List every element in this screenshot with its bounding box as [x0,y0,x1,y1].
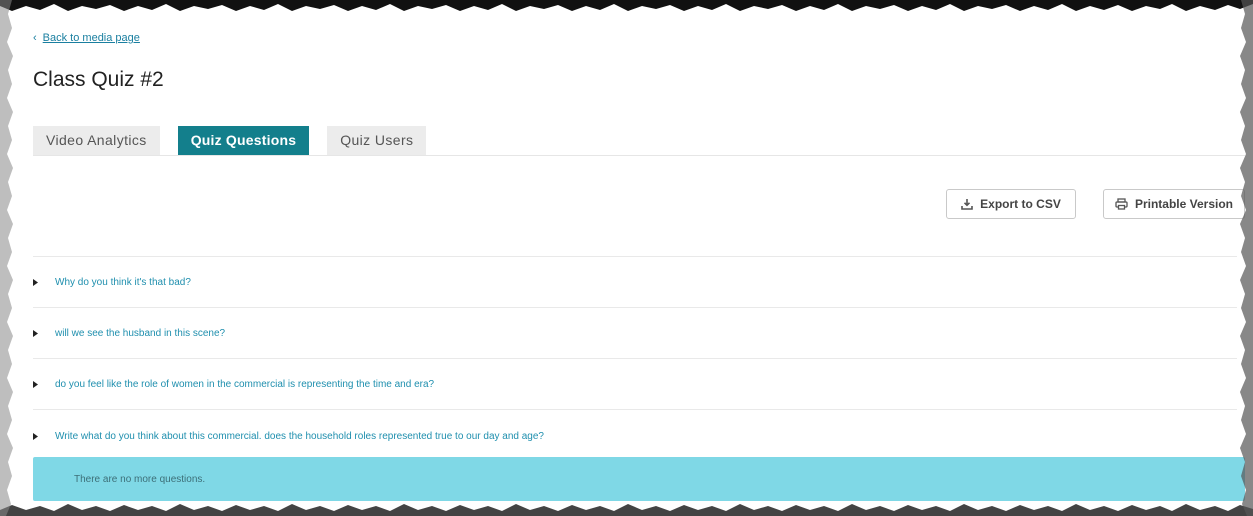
question-item[interactable]: do you feel like the role of women in th… [33,374,1237,394]
question-divider [33,409,1237,410]
question-text: Write what do you think about this comme… [55,430,544,442]
question-text: will we see the husband in this scene? [55,327,226,339]
chevron-left-icon: ‹ [33,32,37,44]
notice-text: There are no more questions. [74,473,206,485]
quiz-page: ‹ Back to media page Class Quiz #2 Video … [33,0,1245,516]
no-more-questions-notice: There are no more questions. [33,457,1245,501]
question-divider [33,307,1237,308]
tab-quiz-users[interactable]: Quiz Users [327,126,427,155]
tab-quiz-questions[interactable]: Quiz Questions [177,126,310,155]
printable-version-label: Printable Version [1134,197,1234,211]
question-item[interactable]: Why do you think it's that bad? [33,272,1237,292]
export-csv-button[interactable]: Export to CSV [946,189,1076,219]
back-link-label: Back to media page [42,32,140,44]
tab-video-analytics[interactable]: Video Analytics [33,126,160,155]
caret-right-icon [33,380,55,388]
torn-edge-bottom [0,504,1253,516]
download-icon [961,199,973,210]
torn-edge-top [0,0,1253,11]
printer-icon [1115,198,1128,210]
back-to-media-link[interactable]: ‹ Back to media page [33,32,140,44]
question-divider [33,358,1237,359]
printable-version-button[interactable]: Printable Version [1103,189,1245,219]
question-text: do you feel like the role of women in th… [55,378,435,390]
caret-right-icon [33,278,55,286]
caret-right-icon [33,329,55,337]
torn-edge-left [0,0,13,516]
caret-right-icon [33,432,55,440]
export-csv-label: Export to CSV [980,197,1061,211]
tab-bar: Video Analytics Quiz Questions Quiz User… [33,126,427,155]
question-text: Why do you think it's that bad? [55,276,191,288]
question-item[interactable]: Write what do you think about this comme… [33,426,1237,446]
question-divider [33,256,1237,257]
question-item[interactable]: will we see the husband in this scene? [33,323,1237,343]
tabs-divider [33,155,1245,156]
torn-edge-right [1240,0,1253,516]
page-title: Class Quiz #2 [33,68,164,91]
